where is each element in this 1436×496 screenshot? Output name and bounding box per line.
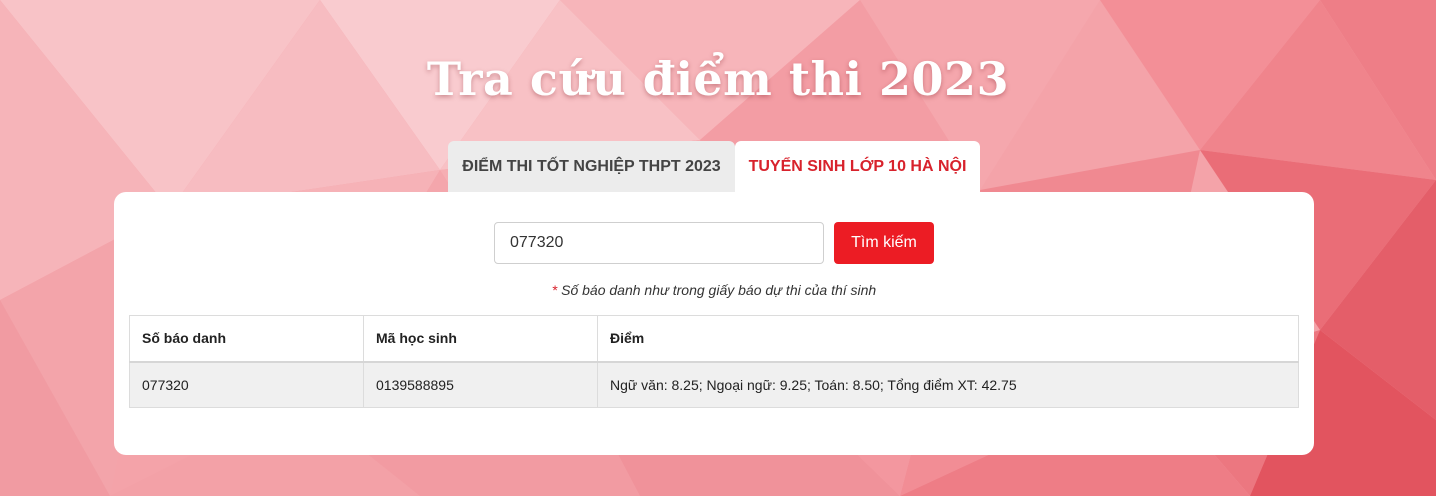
search-hint: * Số báo danh như trong giấy báo dự thi … — [114, 282, 1314, 298]
table-header-row: Số báo danh Mã học sinh Điểm — [129, 315, 1299, 363]
page-title: Tra cứu điểm thi 2023 — [426, 52, 1010, 106]
tab-bar: ĐIỂM THI TỐT NGHIỆP THPT 2023 TUYỂN SINH… — [448, 141, 980, 192]
cell-student-code: 0139588895 — [363, 361, 598, 408]
page-content: Tra cứu điểm thi 2023 ĐIỂM THI TỐT NGHIỆ… — [0, 0, 1436, 496]
hint-text: Số báo danh như trong giấy báo dự thi củ… — [561, 282, 877, 298]
column-header-student-id: Số báo danh — [129, 315, 364, 363]
cell-score: Ngữ văn: 8.25; Ngoại ngữ: 9.25; Toán: 8.… — [597, 361, 1299, 408]
column-header-score: Điểm — [597, 315, 1299, 363]
search-button[interactable]: Tìm kiếm — [834, 222, 934, 264]
cell-student-id: 077320 — [129, 361, 364, 408]
hint-marker: * — [551, 282, 558, 298]
table-row: 077320 0139588895 Ngữ văn: 8.25; Ngoại n… — [129, 361, 1299, 408]
results-table: Số báo danh Mã học sinh Điểm 077320 0139… — [129, 315, 1299, 408]
column-header-student-code: Mã học sinh — [363, 315, 598, 363]
tab-hanoi-grade10[interactable]: TUYỂN SINH LỚP 10 HÀ NỘI — [735, 141, 980, 192]
tab-thpt-graduation[interactable]: ĐIỂM THI TỐT NGHIỆP THPT 2023 — [448, 141, 735, 192]
student-id-input[interactable] — [494, 222, 824, 264]
search-card: Tìm kiếm * Số báo danh như trong giấy bá… — [114, 192, 1314, 455]
